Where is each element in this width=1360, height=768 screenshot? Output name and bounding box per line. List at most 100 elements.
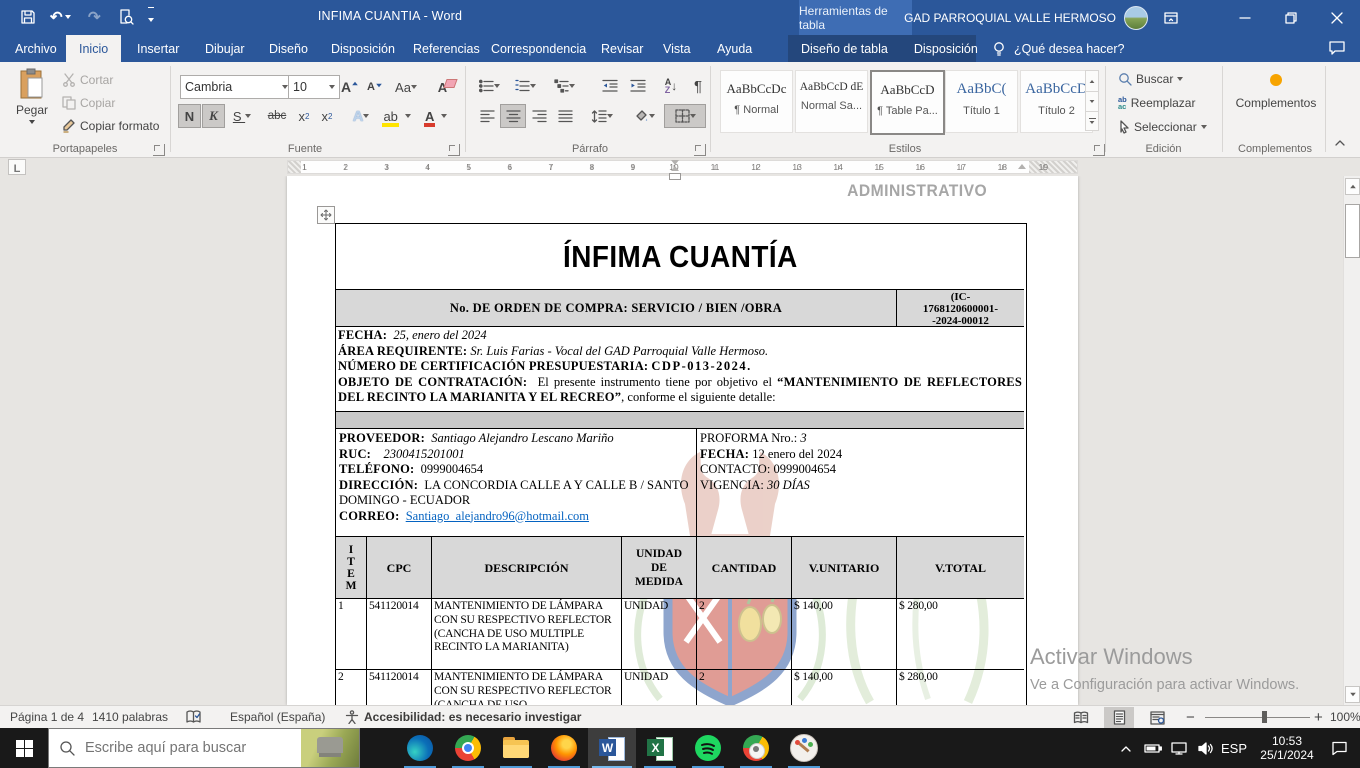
shrink-font-button[interactable]: A (363, 75, 387, 99)
avatar[interactable] (1124, 6, 1148, 30)
decrease-indent-button[interactable] (596, 74, 624, 98)
font-name-combobox[interactable]: Cambria (180, 75, 293, 99)
italic-button[interactable]: K (202, 104, 225, 128)
select-button[interactable]: Seleccionar (1118, 120, 1207, 134)
bullets-button[interactable] (474, 74, 504, 98)
action-center-button[interactable] (1324, 728, 1354, 768)
taskbar-search[interactable] (48, 728, 360, 768)
cut-button[interactable]: Cortar (62, 73, 113, 87)
tray-battery-button[interactable] (1140, 728, 1166, 768)
taskbar-app-firefox[interactable] (540, 728, 588, 768)
style-normal-sa[interactable]: AaBbCcD dENormal Sa... (795, 70, 868, 133)
scroll-up-button[interactable] (1345, 178, 1360, 195)
word-count[interactable]: 1410 palabras (92, 706, 168, 728)
superscript-button[interactable]: x2 (315, 104, 339, 128)
style-titulo-1[interactable]: AaBbC(Título 1 (945, 70, 1018, 133)
font-color-button[interactable]: A (418, 104, 454, 128)
taskbar-app-excel[interactable]: X (636, 728, 684, 768)
copy-button[interactable]: Copiar (62, 96, 115, 110)
replace-button[interactable]: abac Reemplazar (1118, 96, 1195, 110)
line-spacing-button[interactable] (584, 104, 620, 128)
close-button[interactable] (1314, 0, 1360, 35)
email-link[interactable]: Santiago_alejandro96@hotmail.com (406, 509, 589, 523)
tab-correspondencia[interactable]: Correspondencia (478, 35, 599, 62)
shading-button[interactable] (626, 104, 662, 128)
taskbar-app-edge[interactable] (396, 728, 444, 768)
zoom-slider-track[interactable] (1205, 717, 1310, 718)
justify-button[interactable] (552, 104, 578, 128)
document-page[interactable]: ADMINISTRATIVO (287, 176, 1078, 705)
scrollbar-thumb[interactable] (1345, 204, 1360, 258)
tab-ayuda[interactable]: Ayuda (704, 35, 765, 62)
proofing-button[interactable] (186, 706, 201, 728)
bold-button[interactable]: N (178, 104, 201, 128)
restore-button[interactable] (1268, 0, 1314, 35)
clear-formatting-button[interactable]: A (432, 75, 462, 99)
style-normal[interactable]: AaBbCcDc¶ Normal (720, 70, 793, 133)
indent-drag-handle[interactable] (669, 173, 681, 180)
sort-button[interactable]: AZ ↓ (656, 74, 686, 98)
search-highlight-image[interactable] (301, 729, 359, 767)
taskbar-app-word[interactable]: W (588, 728, 636, 768)
table-move-handle[interactable] (317, 206, 335, 224)
print-layout-button[interactable] (1104, 707, 1134, 728)
align-center-button[interactable] (500, 104, 526, 128)
tray-network-button[interactable] (1166, 728, 1192, 768)
ribbon-display-options-button[interactable] (1148, 0, 1194, 35)
tray-language[interactable]: ESP (1218, 728, 1250, 768)
tab-inicio[interactable]: Inicio (66, 35, 121, 62)
style-titulo-2[interactable]: AaBbCcDTítulo 2 (1020, 70, 1093, 133)
clipboard-dialog-launcher[interactable] (153, 144, 165, 156)
zoom-slider-thumb[interactable] (1262, 711, 1267, 723)
styles-dialog-launcher[interactable] (1093, 144, 1105, 156)
strikethrough-button[interactable]: abc (262, 104, 292, 128)
accessibility-button[interactable]: Accesibilidad: es necesario investigar (345, 706, 581, 728)
page-indicator[interactable]: Página 1 de 4 (10, 706, 84, 728)
tab-selector[interactable]: L (8, 159, 26, 175)
increase-indent-button[interactable] (624, 74, 652, 98)
taskbar-app-paint[interactable] (780, 728, 828, 768)
search-input[interactable] (83, 739, 301, 757)
text-effects-button[interactable]: A (345, 104, 377, 128)
language-indicator[interactable]: Español (España) (230, 706, 325, 728)
vertical-scrollbar[interactable] (1343, 176, 1360, 705)
multilevel-list-button[interactable] (546, 74, 582, 98)
numbering-button[interactable] (510, 74, 540, 98)
taskbar-app-spotify[interactable] (684, 728, 732, 768)
tab-archivo[interactable]: Archivo (2, 35, 70, 62)
paragraph-dialog-launcher[interactable] (694, 144, 706, 156)
first-line-indent-marker[interactable] (671, 160, 679, 171)
tab-diseno[interactable]: Diseño (256, 35, 321, 62)
web-layout-button[interactable] (1142, 707, 1172, 728)
highlight-color-button[interactable]: ab (379, 104, 415, 128)
align-left-button[interactable] (474, 104, 500, 128)
zoom-level[interactable]: 100% (1330, 706, 1360, 728)
styles-gallery-scrollbar[interactable] (1085, 70, 1099, 131)
addins-button[interactable]: Complementos (1230, 74, 1322, 110)
account-info[interactable]: GAD PARROQUIAL VALLE HERMOSO (904, 6, 1148, 30)
subscript-button[interactable]: x2 (292, 104, 316, 128)
scroll-down-button[interactable] (1345, 686, 1360, 703)
tab-revisar[interactable]: Revisar (588, 35, 656, 62)
zoom-in-button[interactable]: + (1314, 706, 1323, 728)
taskbar-app-chrome[interactable] (444, 728, 492, 768)
style-table-paragraph[interactable]: AaBbCcD¶ Table Pa... (870, 70, 945, 135)
tab-dibujar[interactable]: Dibujar (192, 35, 258, 62)
zoom-out-button[interactable]: − (1186, 706, 1195, 728)
tray-volume-button[interactable] (1192, 728, 1218, 768)
tab-disposicion-tabla[interactable]: Disposición (901, 35, 991, 62)
taskbar-app-chrome-profile[interactable] (732, 728, 780, 768)
read-mode-button[interactable] (1066, 707, 1096, 728)
show-marks-button[interactable]: ¶ (686, 74, 710, 98)
collapse-ribbon-button[interactable] (1334, 138, 1346, 148)
grow-font-button[interactable]: A (337, 75, 363, 99)
tray-chevron-button[interactable] (1112, 728, 1140, 768)
tell-me-box[interactable]: ¿Qué desea hacer? (992, 35, 1125, 62)
document-table[interactable]: ÍNFIMA CUANTÍA No. DE ORDEN DE COMPRA: S… (335, 223, 1027, 705)
tab-disposicion[interactable]: Disposición (318, 35, 408, 62)
find-button[interactable]: Buscar (1118, 72, 1183, 86)
borders-button[interactable] (664, 104, 706, 128)
tab-vista[interactable]: Vista (650, 35, 704, 62)
tab-insertar[interactable]: Insertar (124, 35, 192, 62)
underline-button[interactable]: S (226, 104, 258, 128)
